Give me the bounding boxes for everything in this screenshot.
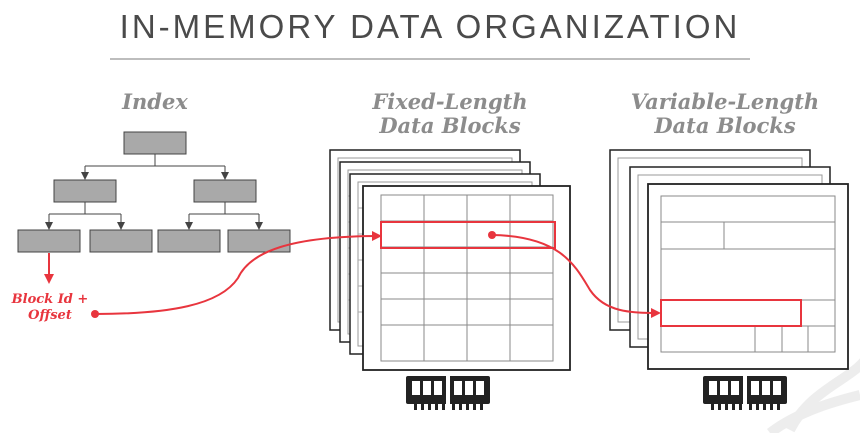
pointer-origin-dot [488,231,496,239]
index-tree [17,131,291,253]
tree-internal-node-right [193,179,257,203]
offset-origin-dot [91,310,99,318]
fixed-length-block-stack [329,149,571,371]
slide: IN-MEMORY DATA ORGANIZATION Index Fixed-… [0,0,860,433]
variable-length-block-stack [609,149,849,370]
tree-root-node [123,131,187,155]
memory-chip-icon [703,376,787,410]
tree-leaf-node-1 [17,229,81,253]
tree-internal-node-left [53,179,117,203]
diagram-canvas [17,131,860,433]
variable-block-front [647,183,849,370]
tree-leaf-node-4 [227,229,291,253]
tree-leaf-node-3 [157,229,221,253]
memory-chip-icon [406,376,490,410]
tree-leaf-node-2 [89,229,153,253]
